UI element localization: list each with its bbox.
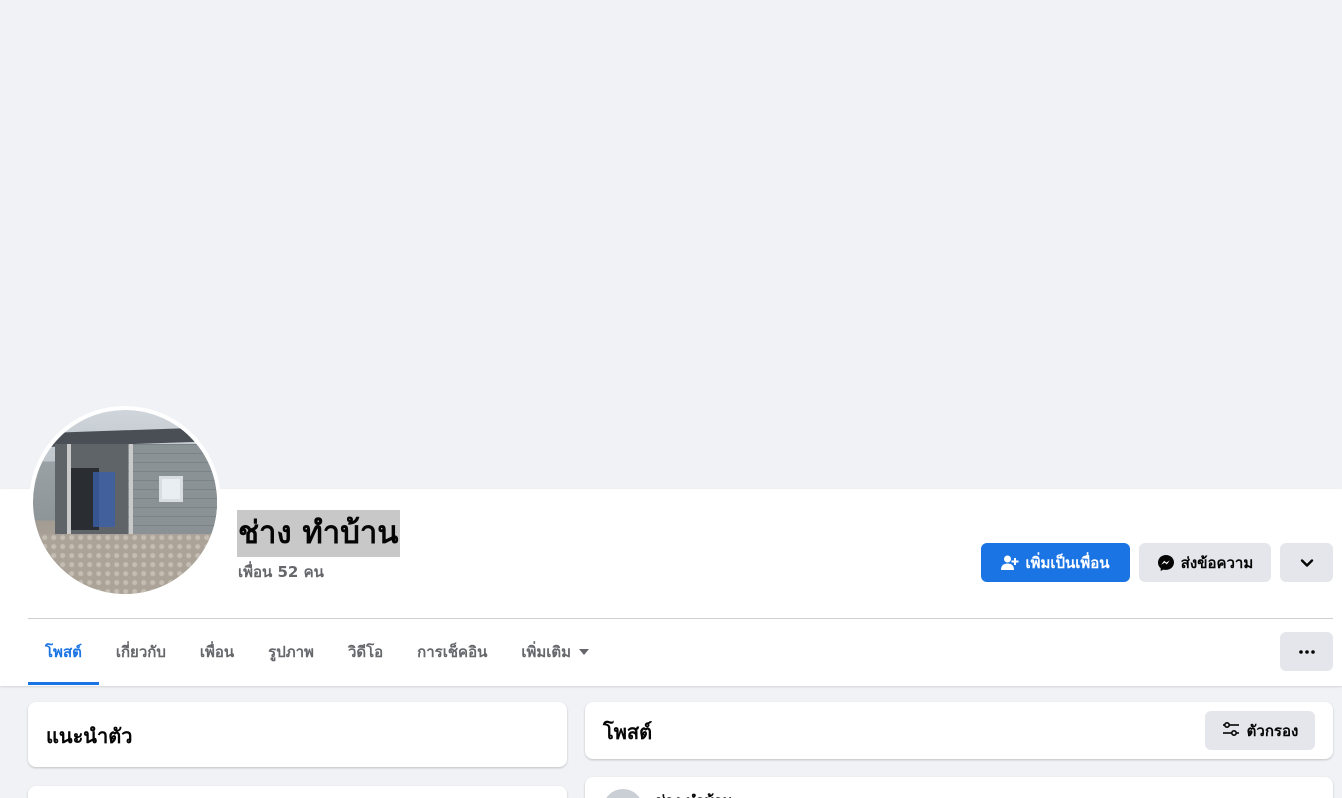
more-dots-icon <box>1298 649 1315 654</box>
posts-header-card: โพสต์ ตัวกรอง <box>585 702 1333 759</box>
add-friend-button[interactable]: เพิ่มเป็นเพื่อน <box>981 543 1130 582</box>
chevron-down-icon <box>1300 558 1314 568</box>
profile-page: ช่าง ทำบ้าน เพื่อน 52 คน เพิ่มเป็นเพื่อน… <box>0 0 1342 798</box>
tab-about[interactable]: เกี่ยวกับ <box>99 619 183 685</box>
post-author-avatar[interactable] <box>603 789 643 798</box>
message-label: ส่งข้อความ <box>1180 553 1254 572</box>
intro-card: แนะนำตัว <box>28 702 567 767</box>
post-author-name[interactable]: ช่าง ทำบ้าน <box>655 789 733 798</box>
tab-checkins[interactable]: การเช็คอิน <box>400 619 504 685</box>
cover-photo[interactable] <box>0 0 1342 489</box>
messenger-icon <box>1157 554 1175 572</box>
avatar-photo <box>33 410 217 594</box>
tab-friends[interactable]: เพื่อน <box>183 619 251 685</box>
add-person-icon <box>1001 555 1019 571</box>
posts-title: โพสต์ <box>603 720 653 744</box>
more-profile-options-button[interactable] <box>1280 543 1333 582</box>
message-button[interactable]: ส่งข้อความ <box>1139 543 1271 582</box>
profile-tabs: โพสต์ เกี่ยวกับ เพื่อน รูปภาพ วิดีโอ การ… <box>28 619 606 685</box>
caret-down-icon <box>579 649 590 655</box>
tab-more[interactable]: เพิ่มเติม <box>504 619 606 685</box>
profile-name: ช่าง ทำบ้าน <box>237 510 400 557</box>
tab-photos[interactable]: รูปภาพ <box>251 619 331 685</box>
filter-sliders-icon <box>1222 721 1240 741</box>
tab-videos[interactable]: วิดีโอ <box>331 619 400 685</box>
photos-card <box>28 786 567 798</box>
friend-count-link[interactable]: เพื่อน 52 คน <box>238 562 324 582</box>
intro-title: แนะนำตัว <box>46 724 133 748</box>
post-card: ช่าง ทำบ้าน <box>585 777 1333 798</box>
filter-button[interactable]: ตัวกรอง <box>1205 711 1315 750</box>
tab-posts[interactable]: โพสต์ <box>28 619 99 685</box>
add-friend-label: เพิ่มเป็นเพื่อน <box>1025 553 1110 572</box>
filter-label: ตัวกรอง <box>1246 721 1299 740</box>
profile-avatar[interactable] <box>29 406 221 598</box>
tabs-overflow-button[interactable] <box>1280 632 1333 671</box>
